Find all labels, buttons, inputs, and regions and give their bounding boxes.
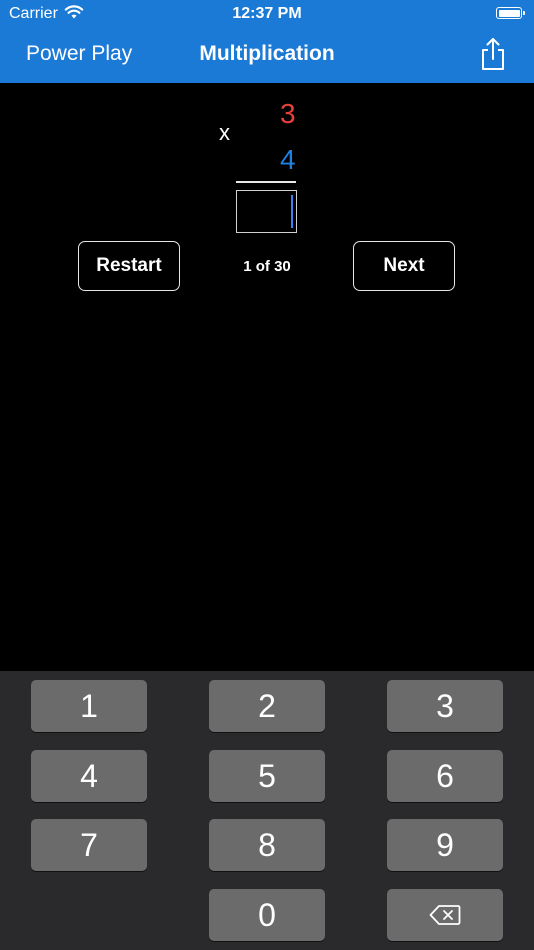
key-1[interactable]: 1 [31,680,147,732]
operator-symbol: x [219,120,230,145]
key-8[interactable]: 8 [209,819,325,871]
top-operand: 3 [280,98,296,129]
next-button[interactable]: Next [353,241,455,291]
navigation-header: Carrier 12:37 PM Power Play Multiplicati… [0,0,534,83]
clock: 12:37 PM [232,5,302,22]
text-cursor [291,195,293,228]
delete-key[interactable] [387,889,503,941]
key-2[interactable]: 2 [209,680,325,732]
key-9[interactable]: 9 [387,819,503,871]
key-0[interactable]: 0 [209,889,325,941]
key-4[interactable]: 4 [31,750,147,802]
key-7[interactable]: 7 [31,819,147,871]
status-bar: Carrier 12:37 PM [0,0,534,28]
battery-icon [496,7,525,19]
key-3[interactable]: 3 [387,680,503,732]
page-title: Multiplication [199,42,335,65]
problem-area: x 3 4 Restart 1 of 30 Next [0,83,534,323]
number-keypad: 1 2 3 4 5 6 7 8 9 0 [0,671,534,950]
bottom-operand: 4 [280,144,296,175]
share-icon[interactable] [480,37,506,71]
sum-line [236,181,296,183]
key-6[interactable]: 6 [387,750,503,802]
key-5[interactable]: 5 [209,750,325,802]
backspace-icon [429,905,461,925]
answer-input[interactable] [236,190,297,233]
